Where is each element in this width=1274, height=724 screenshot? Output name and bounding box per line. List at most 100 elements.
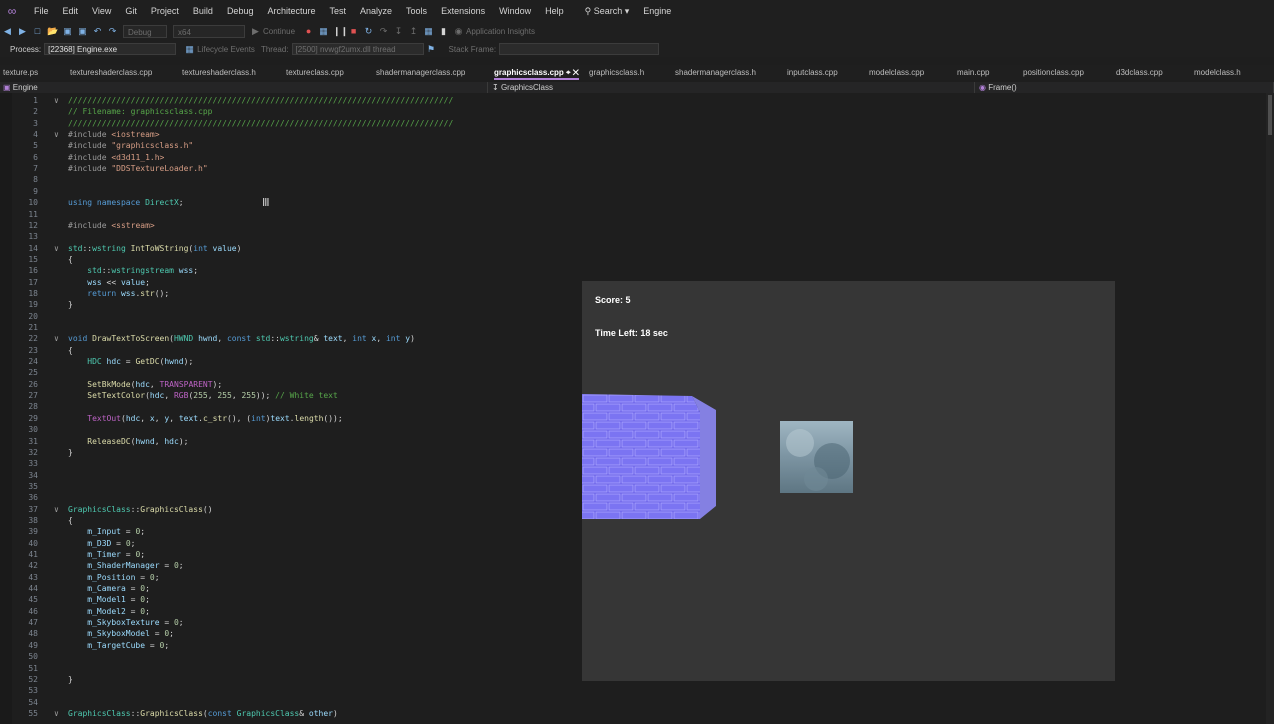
code-line[interactable]: 49 m_TargetCube = 0; (0, 640, 580, 651)
save-all-icon[interactable]: ▣ (77, 26, 88, 37)
menu-window[interactable]: Window (492, 0, 538, 22)
open-icon[interactable]: 📂 (47, 26, 58, 37)
tab-d3dclass-cpp[interactable]: d3dclass.cpp (1116, 65, 1163, 80)
code-line[interactable]: 48 m_SkyboxModel = 0; (0, 628, 580, 639)
undo-icon[interactable]: ↶ (92, 26, 103, 37)
code-line[interactable]: 35 (0, 481, 580, 492)
platform-select[interactable]: x64 (173, 25, 245, 38)
code-line[interactable]: 19} (0, 299, 580, 310)
code-line[interactable]: 51 (0, 663, 580, 674)
code-line[interactable]: 50 (0, 651, 580, 662)
scroll-thumb[interactable] (1268, 95, 1272, 135)
menu-file[interactable]: File (27, 0, 56, 22)
menu-project[interactable]: Project (144, 0, 186, 22)
stack-frame-select[interactable] (499, 43, 660, 55)
continue-icon[interactable]: ▶ (250, 26, 261, 37)
code-line[interactable]: 2 // Filename: graphicsclass.cpp (0, 106, 580, 117)
tab-textureclass-cpp[interactable]: textureclass.cpp (286, 65, 344, 80)
tab-texture-ps[interactable]: texture.ps (3, 65, 38, 80)
code-line[interactable]: 41 m_Timer = 0; (0, 549, 580, 560)
tab-graphicsclass-h[interactable]: graphicsclass.h (589, 65, 644, 80)
tab-shadermanagerclass-h[interactable]: shadermanagerclass.h (675, 65, 756, 80)
code-line[interactable]: 11 (0, 209, 580, 220)
menu-tools[interactable]: Tools (399, 0, 434, 22)
breakpoints-icon[interactable]: ▦ (423, 26, 434, 37)
menu-help[interactable]: Help (538, 0, 571, 22)
code-line[interactable]: 32} (0, 447, 580, 458)
restart-icon[interactable]: ↻ (363, 26, 374, 37)
visual-studio-logo-icon[interactable]: ∞ (3, 4, 21, 18)
code-line[interactable]: 34 (0, 470, 580, 481)
code-line[interactable]: 43 m_Position = 0; (0, 572, 580, 583)
menu-view[interactable]: View (85, 0, 118, 22)
code-line[interactable]: 10 using namespace DirectX; (0, 197, 580, 208)
project-dropdown[interactable]: ▣ Engine (0, 82, 488, 93)
tab-positionclass-cpp[interactable]: positionclass.cpp (1023, 65, 1084, 80)
application-insights-button[interactable]: Application Insights (466, 27, 535, 36)
code-line[interactable]: 8 (0, 174, 580, 185)
configuration-select[interactable]: Debug (123, 25, 167, 38)
collapse-chevron-icon[interactable]: ∨ (54, 129, 59, 140)
menu-architecture[interactable]: Architecture (260, 0, 322, 22)
code-line[interactable]: 36 (0, 492, 580, 503)
menu-debug[interactable]: Debug (220, 0, 261, 22)
menu-test[interactable]: Test (323, 0, 354, 22)
code-line[interactable]: 16 std::wstringstream wss; (0, 265, 580, 276)
code-line[interactable]: 47 m_SkyboxTexture = 0; (0, 617, 580, 628)
bookmark-icon[interactable]: ▮ (438, 26, 449, 37)
code-line[interactable]: 6 #include <d3d11_1.h> (0, 152, 580, 163)
lifecycle-events-icon[interactable]: ▦ (184, 44, 195, 55)
menu-build[interactable]: Build (186, 0, 220, 22)
tab-graphicsclass-cpp[interactable]: graphicsclass.cpp ⌖ ✕ (494, 65, 579, 80)
code-line[interactable]: 30 (0, 424, 580, 435)
insights-icon[interactable]: ◉ (453, 26, 464, 37)
code-line[interactable]: 28 (0, 401, 580, 412)
code-line[interactable]: 21 (0, 322, 580, 333)
code-line[interactable]: 3 ///////////////////////////////////////… (0, 118, 580, 129)
tab-textureshaderclass-h[interactable]: textureshaderclass.h (182, 65, 256, 80)
collapse-chevron-icon[interactable]: ∨ (54, 333, 59, 344)
code-line[interactable]: 33 (0, 458, 580, 469)
code-line[interactable]: 23 { (0, 345, 580, 356)
code-line[interactable]: 25 (0, 367, 580, 378)
code-line[interactable]: 53 (0, 685, 580, 696)
search-button[interactable]: ⚲ Search ▾ (577, 0, 638, 22)
code-line[interactable]: 13 (0, 231, 580, 242)
diagnostic-icon[interactable]: ▦ (318, 26, 329, 37)
close-tab-icon[interactable]: ⌖ ✕ (564, 68, 579, 77)
pause-icon[interactable]: ❙❙ (333, 26, 348, 37)
code-line[interactable]: 15 { (0, 254, 580, 265)
save-icon[interactable]: ▣ (62, 26, 73, 37)
continue-button[interactable]: Continue (263, 27, 295, 36)
tab-inputclass-cpp[interactable]: inputclass.cpp (787, 65, 838, 80)
collapse-chevron-icon[interactable]: ∨ (54, 504, 59, 515)
menu-analyze[interactable]: Analyze (353, 0, 399, 22)
code-line[interactable]: 22 ∨ void DrawTextToScreen(HWND hwnd, cons… (0, 333, 580, 344)
code-line[interactable]: 17 wss << value; (0, 277, 580, 288)
code-line[interactable]: 37 ∨ GraphicsClass::GraphicsClass() (0, 504, 580, 515)
code-line[interactable]: 7 #include "DDSTextureLoader.h" (0, 163, 580, 174)
code-line[interactable]: 42 m_ShaderManager = 0; (0, 560, 580, 571)
code-line[interactable]: 39 m_Input = 0; (0, 526, 580, 537)
menu-edit[interactable]: Edit (56, 0, 86, 22)
code-line[interactable]: 38 { (0, 515, 580, 526)
new-project-icon[interactable]: □ (32, 26, 43, 37)
code-line[interactable]: 20 (0, 311, 580, 322)
code-line[interactable]: 29 TextOut(hdc, x, y, text.c_str(), (int… (0, 413, 580, 424)
step-out-icon[interactable]: ↥ (408, 26, 419, 37)
collapse-chevron-icon[interactable]: ∨ (54, 243, 59, 254)
collapse-chevron-icon[interactable]: ∨ (54, 708, 59, 719)
step-over-icon[interactable]: ↷ (378, 26, 389, 37)
collapse-chevron-icon[interactable]: ∨ (54, 95, 59, 106)
code-line[interactable]: 9 (0, 186, 580, 197)
tab-textureshaderclass-cpp[interactable]: textureshaderclass.cpp (70, 65, 152, 80)
code-line[interactable]: 46 m_Model2 = 0; (0, 606, 580, 617)
flag-thread-icon[interactable]: ⚑ (426, 44, 437, 55)
vertical-scrollbar[interactable] (1266, 93, 1274, 724)
process-select[interactable]: [22368] Engine.exe (44, 43, 177, 55)
menu-extensions[interactable]: Extensions (434, 0, 492, 22)
tab-modelclass-cpp[interactable]: modelclass.cpp (869, 65, 924, 80)
lifecycle-events-button[interactable]: Lifecycle Events (197, 45, 255, 54)
code-line[interactable]: 54 (0, 697, 580, 708)
code-line[interactable]: 40 m_D3D = 0; (0, 538, 580, 549)
